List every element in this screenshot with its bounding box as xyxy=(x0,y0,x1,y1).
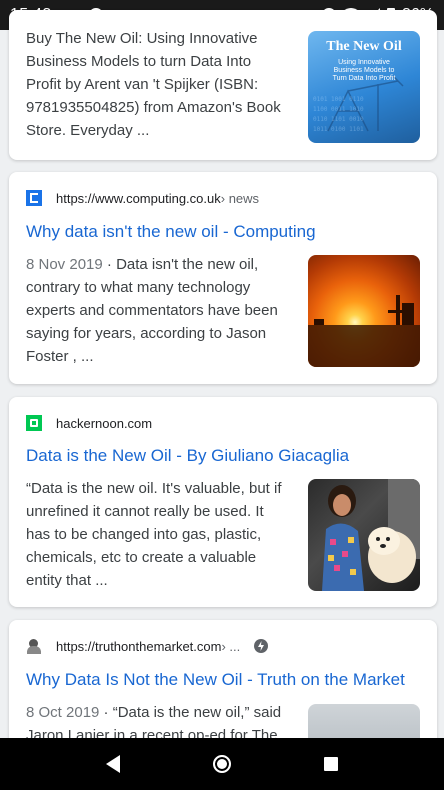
result-url: https://truthonthemarket.com xyxy=(56,638,222,654)
result-date: 8 Oct 2019 xyxy=(26,704,100,721)
result-title-link[interactable]: Data is the New Oil - By Giuliano Giacag… xyxy=(26,446,349,466)
result-source[interactable]: https://www.computing.co.uk › news xyxy=(26,190,259,206)
result-thumbnail-sunset[interactable] xyxy=(308,255,420,367)
svg-text:0110 1101 0010: 0110 1101 0010 xyxy=(313,116,364,123)
book-title: The New Oil xyxy=(326,39,402,54)
result-snippet: Buy The New Oil: Using Innovative Busine… xyxy=(26,30,281,139)
svg-text:1100 0011 1010: 1100 0011 1010 xyxy=(313,106,364,113)
result-url: https://www.computing.co.uk xyxy=(56,190,221,206)
result-url-path: › ... xyxy=(221,638,241,654)
hackernoon-favicon-icon xyxy=(26,415,42,431)
computing-favicon-icon xyxy=(26,190,42,206)
speaker-with-dog-illustration xyxy=(322,479,420,591)
result-url: hackernoon.com xyxy=(56,415,153,431)
system-nav-bar xyxy=(0,738,444,790)
amp-icon xyxy=(254,639,269,653)
result-source[interactable]: https://truthonthemarket.com › ... xyxy=(26,638,269,654)
result-thumbnail-book-cover[interactable]: 0101 1001 0110 1100 0011 1010 0110 1101 00… xyxy=(308,31,420,143)
result-card-computing[interactable]: https://www.computing.co.uk › news Why d… xyxy=(9,172,437,384)
result-title-link[interactable]: Why Data Is Not the New Oil - Truth on t… xyxy=(26,670,405,690)
back-icon[interactable] xyxy=(106,755,121,773)
home-icon[interactable] xyxy=(212,755,231,773)
result-url-path: › news xyxy=(220,190,260,206)
svg-text:1011 0100 1101: 1011 0100 1101 xyxy=(313,126,364,133)
result-card-hackernoon[interactable]: hackernoon.com Data is the New Oil - By … xyxy=(9,397,437,607)
svg-text:0101 1001 0110: 0101 1001 0110 xyxy=(313,96,364,103)
result-source[interactable]: hackernoon.com xyxy=(26,415,152,431)
result-card-amazon[interactable]: Buy The New Oil: Using Innovative Busine… xyxy=(9,10,437,160)
result-date: 8 Nov 2019 xyxy=(26,256,103,273)
result-snippet: 8 Nov 2019 · Data isn't the new oil, con… xyxy=(26,256,278,365)
result-snippet: “Data is the new oil. It's valuable, but… xyxy=(26,480,282,589)
result-thumbnail-speaker-photo[interactable] xyxy=(308,479,420,591)
book-subtitle: Using Innovative Business Models to Turn… xyxy=(332,59,396,82)
oil-rig-silhouette xyxy=(308,295,420,367)
truthonthemarket-favicon-icon xyxy=(26,638,42,654)
result-title-link[interactable]: Why data isn't the new oil - Computing xyxy=(26,222,316,242)
recents-icon[interactable] xyxy=(323,757,338,771)
